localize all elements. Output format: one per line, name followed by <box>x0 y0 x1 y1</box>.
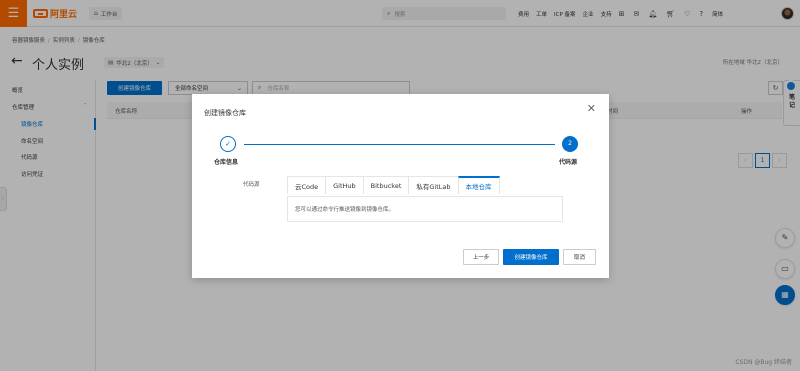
create-repo-dialog: 创建镜像仓库 ✕ ✓ 2 仓库信息 代码源 代码源 云Code GitHub B… <box>192 94 609 278</box>
tab-github[interactable]: GitHub <box>325 176 363 194</box>
close-icon[interactable]: ✕ <box>587 102 596 115</box>
step-connector <box>244 144 555 145</box>
code-source-label: 代码源 <box>243 182 260 188</box>
tab-local-repo[interactable]: 本地仓库 <box>457 176 500 194</box>
tab-private-gitlab[interactable]: 私有GitLab <box>408 176 458 194</box>
step-label-repo-info: 仓库信息 <box>214 159 239 166</box>
source-tabs: 云Code GitHub Bitbucket 私有GitLab 本地仓库 <box>287 176 500 194</box>
cancel-button[interactable]: 取消 <box>563 249 596 265</box>
tab-panel-local-repo: 您可以通过命令行推送镜像到镜像仓库。 <box>287 196 563 222</box>
step-label-code-source: 代码源 <box>559 159 578 166</box>
prev-step-button[interactable]: 上一步 <box>463 249 499 265</box>
step-current-number: 2 <box>562 136 578 152</box>
step-done-check-icon: ✓ <box>220 136 236 152</box>
tab-bitbucket[interactable]: Bitbucket <box>362 176 409 194</box>
tab-yuncode[interactable]: 云Code <box>287 176 326 194</box>
create-repo-submit-button[interactable]: 创建镜像仓库 <box>503 249 559 265</box>
dialog-title: 创建镜像仓库 <box>204 109 246 117</box>
